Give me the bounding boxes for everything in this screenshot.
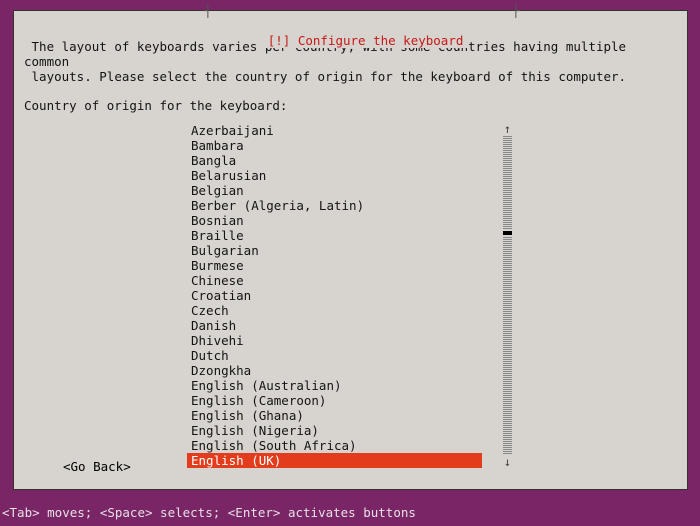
list-item[interactable]: Belarusian [187, 168, 512, 183]
list-item[interactable]: Belgian [187, 183, 512, 198]
list-item[interactable]: Bosnian [187, 213, 512, 228]
list-item[interactable]: Chinese [187, 273, 512, 288]
dialog-title: [!] Configure the keyboard [262, 33, 470, 48]
title-dash-left: ┤ [204, 3, 212, 18]
title-dash-right: ├ [512, 3, 520, 18]
list-item[interactable]: Burmese [187, 258, 512, 273]
dialog-content: The layout of keyboards varies per count… [14, 11, 687, 478]
list-item[interactable]: Bulgarian [187, 243, 512, 258]
prompt-text: Country of origin for the keyboard: [24, 98, 677, 113]
scrollbar-thumb[interactable] [503, 231, 512, 235]
list-item[interactable]: Berber (Algeria, Latin) [187, 198, 512, 213]
list-item[interactable]: Croatian [187, 288, 512, 303]
scroll-up-icon[interactable]: ↑ [503, 123, 512, 135]
dialog-title-row: ┤ [!] Configure the keyboard ├ [14, 3, 687, 78]
list-item[interactable]: English (UK) [187, 453, 482, 468]
list-item[interactable]: English (Ghana) [187, 408, 512, 423]
list-item[interactable]: English (Cameroon) [187, 393, 512, 408]
list-item[interactable]: Azerbaijani [187, 123, 512, 138]
list-item[interactable]: Bangla [187, 153, 512, 168]
dialog-frame: ┤ [!] Configure the keyboard ├ The layou… [13, 10, 688, 490]
list-scrollbar[interactable]: ↑ ↓ [503, 123, 512, 468]
list-item[interactable]: English (Nigeria) [187, 423, 512, 438]
list-item[interactable]: Dhivehi [187, 333, 512, 348]
list-item[interactable]: Dutch [187, 348, 512, 363]
list-item[interactable]: Danish [187, 318, 512, 333]
list-item[interactable]: Czech [187, 303, 512, 318]
list-item[interactable]: Braille [187, 228, 512, 243]
list-item[interactable]: Dzongkha [187, 363, 512, 378]
keyboard-country-list[interactable]: AzerbaijaniBambaraBanglaBelarusianBelgia… [187, 123, 512, 468]
scrollbar-track-upper[interactable] [503, 136, 512, 229]
scroll-down-icon[interactable]: ↓ [503, 456, 512, 468]
list-item[interactable]: English (South Africa) [187, 438, 512, 453]
list-item[interactable]: Bambara [187, 138, 512, 153]
status-hint: <Tab> moves; <Space> selects; <Enter> ac… [0, 505, 416, 520]
go-back-button[interactable]: <Go Back> [63, 459, 131, 474]
scrollbar-track-lower[interactable] [503, 237, 512, 455]
list-item[interactable]: English (Australian) [187, 378, 512, 393]
